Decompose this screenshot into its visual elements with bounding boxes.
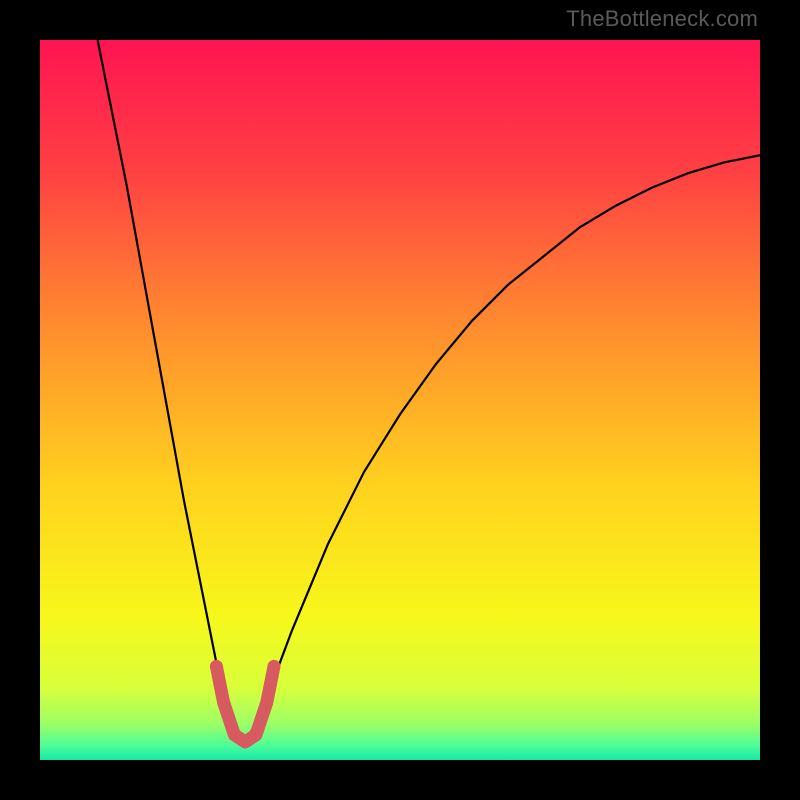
plot-area	[40, 40, 760, 760]
curve-right-branch	[242, 155, 760, 745]
optimal-region-highlight	[216, 666, 274, 742]
curve-left-branch	[98, 40, 242, 746]
watermark-text: TheBottleneck.com	[566, 6, 758, 32]
bottleneck-curve	[40, 40, 760, 760]
chart-frame: TheBottleneck.com	[0, 0, 800, 800]
